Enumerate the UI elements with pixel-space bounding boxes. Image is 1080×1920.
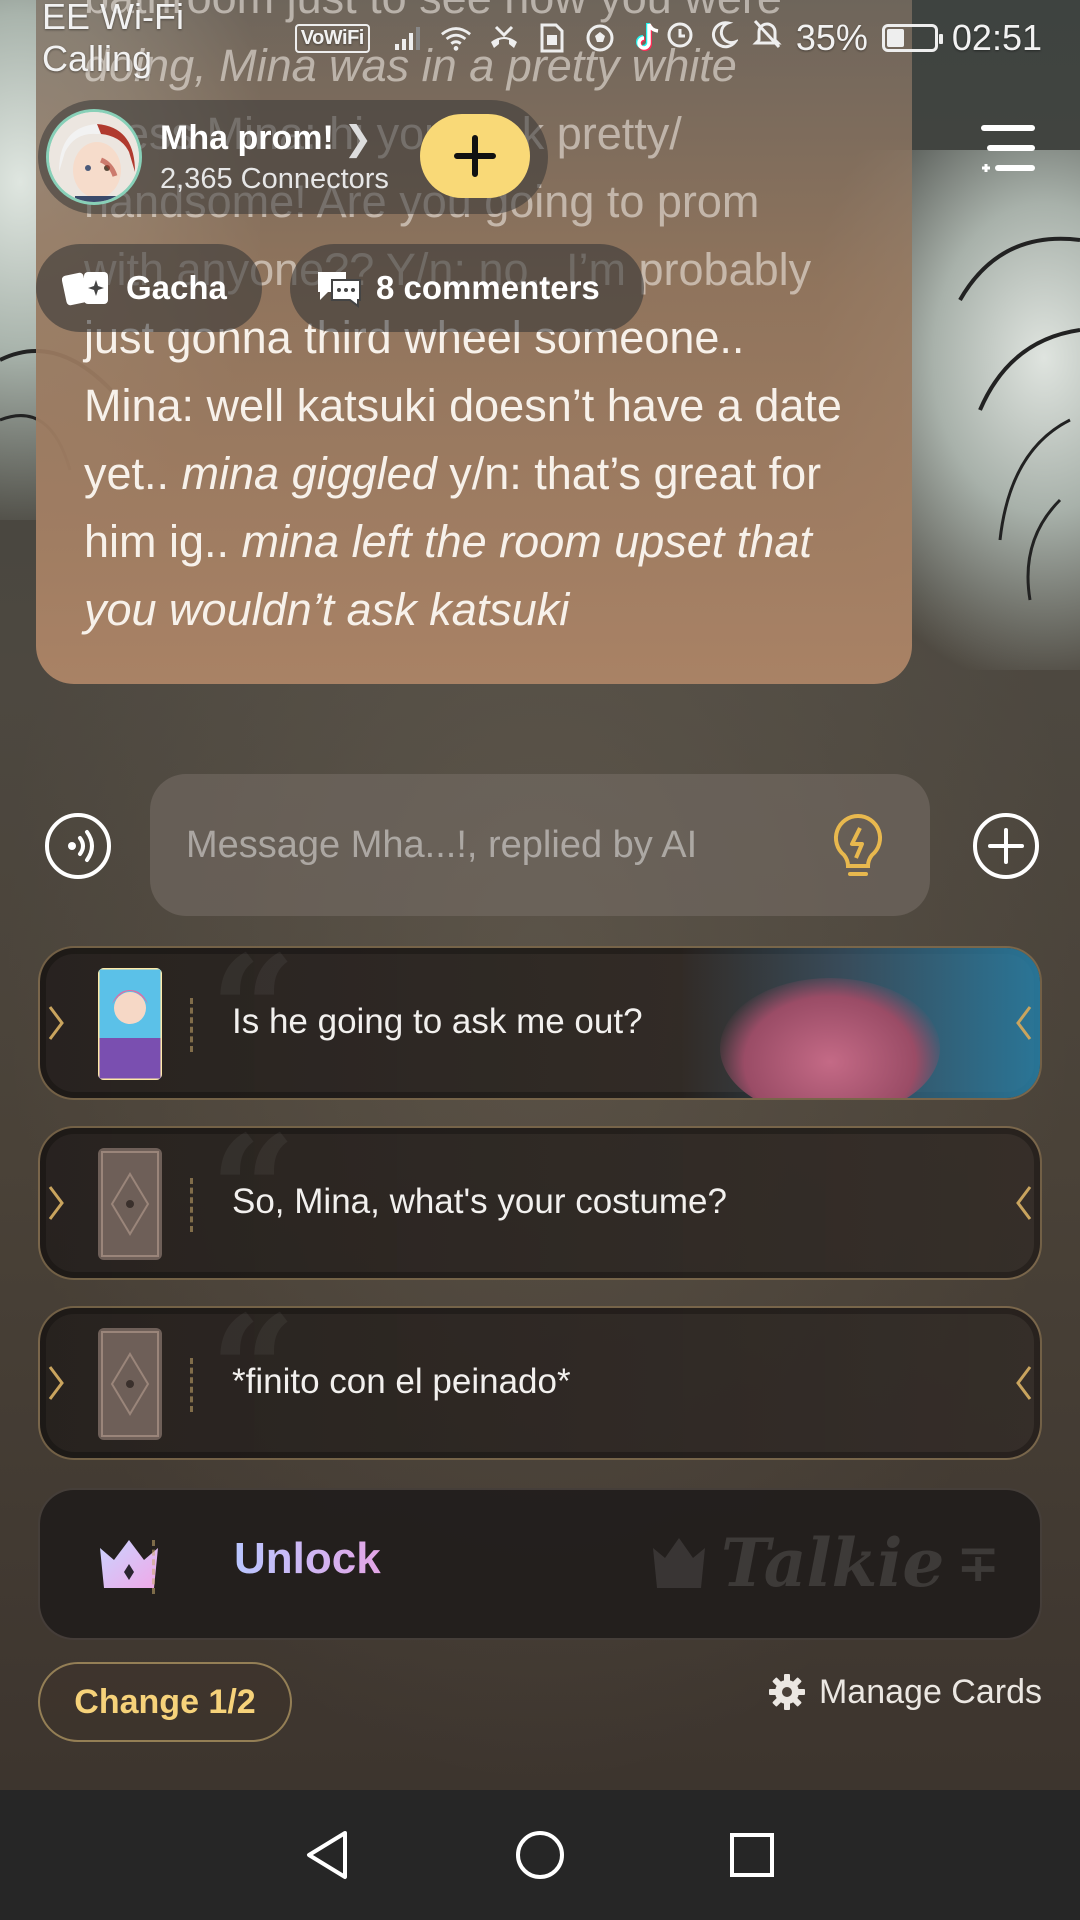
battery-icon bbox=[881, 24, 943, 52]
unlock-card[interactable]: Unlock Talkie ∓ bbox=[38, 1488, 1042, 1640]
suggested-reply-label: *finito con el peinado* bbox=[232, 1362, 571, 1401]
card-ornament-right-icon bbox=[1016, 1366, 1032, 1400]
connectors-count: 2,365 Connectors bbox=[160, 162, 389, 195]
voice-call-button[interactable] bbox=[44, 812, 112, 880]
system-navigation-bar bbox=[0, 1790, 1080, 1920]
plus-circle-icon bbox=[973, 813, 1039, 879]
card-divider bbox=[190, 1178, 194, 1232]
talkie-watermark: Talkie ∓ bbox=[649, 1524, 1000, 1602]
card-art-hair bbox=[720, 978, 940, 1098]
message-input-box[interactable] bbox=[150, 774, 930, 916]
suggested-reply-card[interactable]: “ *finito con el peinado* bbox=[38, 1306, 1042, 1460]
lightbulb-icon bbox=[833, 813, 883, 876]
unlock-label: Unlock bbox=[234, 1534, 381, 1583]
nav-back-button[interactable] bbox=[298, 1825, 358, 1885]
clock: 02:51 bbox=[951, 17, 1042, 58]
wifi-icon bbox=[440, 22, 472, 54]
commenters-label: 8 commenters bbox=[376, 269, 600, 306]
topic-avatar[interactable] bbox=[46, 109, 142, 205]
card-ornament-right-icon bbox=[1016, 1186, 1032, 1220]
manage-cards-button[interactable]: Manage Cards bbox=[767, 1672, 1042, 1712]
card-ornament-left-icon bbox=[48, 1186, 64, 1220]
suggested-reply-card[interactable]: “ Is he going to ask me out? bbox=[38, 946, 1042, 1100]
suggestion-bulb-button[interactable] bbox=[826, 812, 890, 882]
plus-icon bbox=[454, 135, 496, 177]
status-bar: EE Wi-Fi Calling VoWiFi 35% 02:51 bbox=[0, 0, 1080, 79]
card-divider bbox=[152, 1540, 156, 1594]
message-input[interactable] bbox=[186, 823, 806, 867]
card-ornament-left-icon bbox=[48, 1006, 64, 1040]
battery-percent: 35% bbox=[795, 17, 868, 58]
gear-icon bbox=[768, 1674, 805, 1710]
gacha-label: Gacha bbox=[126, 269, 227, 306]
topic-title: Mha prom! bbox=[160, 119, 334, 157]
comments-icon bbox=[318, 272, 361, 308]
missed-call-icon bbox=[488, 22, 520, 54]
change-suggestions-button[interactable]: Change 1/2 bbox=[38, 1662, 292, 1742]
recents-square-icon bbox=[730, 1833, 774, 1877]
card-divider bbox=[190, 998, 194, 1052]
chevron-right-icon: ❯ bbox=[343, 119, 373, 158]
manage-cards-label: Manage Cards bbox=[818, 1672, 1042, 1711]
sim-card-icon bbox=[536, 22, 568, 54]
carrier-label: EE Wi-Fi Calling bbox=[42, 0, 184, 79]
football-icon bbox=[584, 22, 616, 54]
status-icons bbox=[392, 22, 664, 54]
locked-card-back bbox=[98, 1328, 162, 1440]
card-ornament-left-icon bbox=[48, 1366, 64, 1400]
suggested-reply-card[interactable]: “ So, Mina, what's your costume? bbox=[38, 1126, 1042, 1280]
menu-icon bbox=[981, 125, 1035, 172]
signal-icon bbox=[392, 22, 424, 54]
story-text: just gonna third wheel someone.. Mina: w… bbox=[84, 304, 864, 644]
battery-fill bbox=[886, 29, 905, 47]
topic-title-row[interactable]: Mha prom! ❯ bbox=[160, 119, 389, 159]
card-ornament-right-icon bbox=[1016, 1006, 1032, 1040]
suggested-reply-label: Is he going to ask me out? bbox=[232, 1002, 643, 1041]
card-character-thumbnail bbox=[98, 968, 162, 1080]
commenters-chip[interactable]: 8 commenters bbox=[290, 244, 644, 332]
locked-card-back bbox=[98, 1148, 162, 1260]
gacha-chip[interactable]: Gacha bbox=[36, 244, 262, 332]
talkie-crown-icon bbox=[652, 1538, 705, 1588]
topic-info: Mha prom! ❯ 2,365 Connectors bbox=[160, 119, 389, 196]
story-italic: mina giggled bbox=[181, 448, 437, 499]
tiktok-icon bbox=[632, 22, 664, 54]
home-circle-icon bbox=[516, 1831, 564, 1879]
suggested-reply-label: So, Mina, what's your costume? bbox=[232, 1182, 727, 1221]
talkie-watermark-text: Talkie bbox=[720, 1524, 945, 1602]
talkie-plus-icon: ∓ bbox=[956, 1532, 1000, 1594]
moon-icon bbox=[710, 17, 740, 59]
nav-home-button[interactable] bbox=[510, 1825, 570, 1885]
add-attachment-button[interactable] bbox=[972, 812, 1040, 880]
menu-button[interactable] bbox=[976, 120, 1036, 186]
vowifi-badge: VoWiFi bbox=[294, 23, 370, 53]
nav-recents-button[interactable] bbox=[722, 1825, 782, 1885]
carrier-info: EE Wi-Fi Calling VoWiFi bbox=[42, 0, 370, 80]
status-right: 35% 02:51 bbox=[664, 17, 1042, 59]
follow-button[interactable] bbox=[420, 114, 530, 198]
silent-bell-icon bbox=[752, 17, 782, 59]
alarm-icon bbox=[664, 17, 696, 59]
card-character-art bbox=[680, 948, 1040, 1098]
change-label: Change 1/2 bbox=[74, 1682, 256, 1721]
card-divider bbox=[190, 1358, 194, 1412]
voice-icon bbox=[45, 813, 111, 879]
back-triangle-icon bbox=[307, 1831, 347, 1879]
gacha-cards-icon bbox=[62, 272, 108, 306]
